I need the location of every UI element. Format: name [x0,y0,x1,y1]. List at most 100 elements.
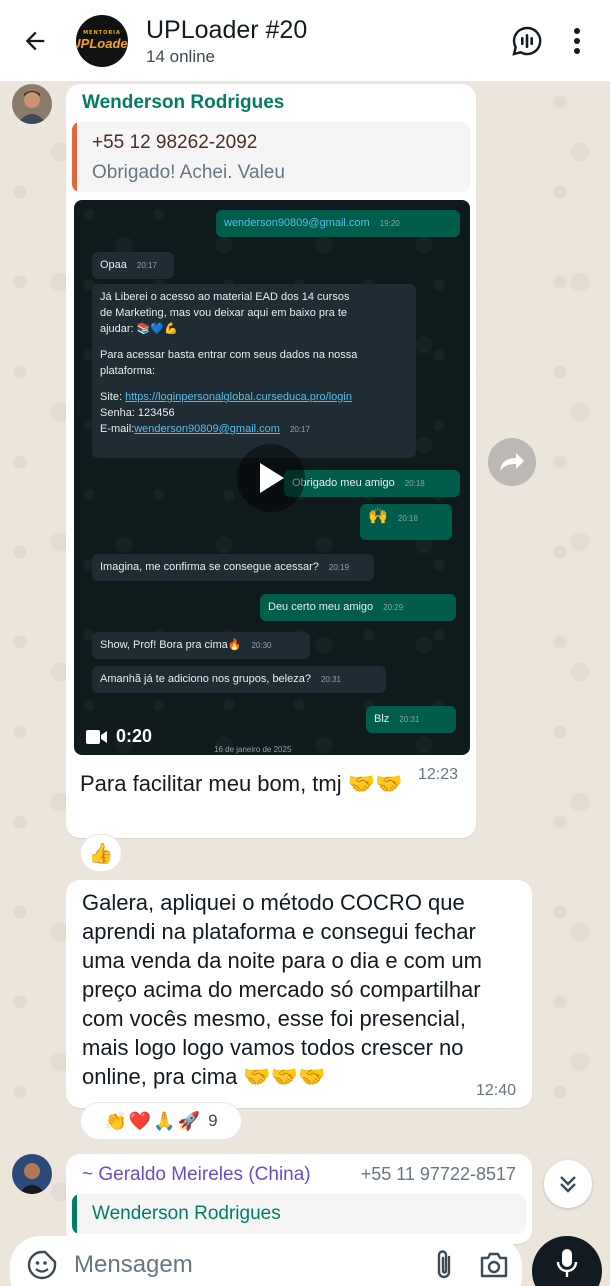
message-line: preço acima do mercado só compartilhar [82,977,481,1002]
person-avatar-icon [12,84,52,124]
video-chat-bubble: Imagina, me confirma se consegue acessar… [92,554,374,581]
video-chat-bubble: wenderson90809@gmail.com 19:20 [216,210,460,237]
back-button[interactable] [8,0,62,82]
message-caption: Para facilitar meu bom, tmj 🤝🤝 [80,771,403,796]
attach-button[interactable] [422,1245,466,1285]
group-online-count: 14 online [146,46,216,66]
message-bubble[interactable]: Galera, apliquei o método COCRO que apre… [66,880,532,1108]
avatar-main-text: UPLoader [76,36,128,51]
video-msg-text: Imagina, me confirma se consegue acessar… [100,561,319,573]
video-duration-text: 0:20 [116,726,153,746]
video-msg-line: Senha: 123456 [100,407,175,419]
video-msg-time: 20:17 [289,425,310,434]
video-msg-text: 🙌 [368,508,388,525]
sender-name[interactable]: ~ Geraldo Meireles (China) [82,1164,311,1186]
group-info[interactable]: UPLoader #20 14 online [146,15,502,67]
menu-button[interactable] [552,0,602,82]
message-line: com vocês mesmo, esse foi presencial, [82,1006,466,1031]
reaction-count: 9 [208,1111,218,1130]
video-camera-icon [86,729,107,744]
paperclip-icon [437,1250,451,1279]
sender-avatar[interactable] [12,84,52,124]
video-chat-bubble: Obrigado meu amigo 20:18 [284,470,460,497]
video-msg-time: 20:18 [397,514,418,523]
video-msg-text: Show, Prof! Bora pra cima🔥 [100,639,242,651]
video-msg-link: wenderson90809@gmail.com [134,423,280,435]
video-msg-time: 20:30 [251,641,272,650]
scroll-to-bottom-button[interactable] [544,1160,592,1208]
video-msg-time: 20:19 [328,563,349,572]
video-msg-time: 20:31 [320,675,342,684]
video-msg-line: de Marketing, mas vou deixar aqui em bai… [100,307,348,319]
reaction-badge[interactable]: 👏❤️🙏🚀 9 [80,1102,242,1140]
more-vertical-icon [574,27,580,54]
reaction-badge[interactable]: 👍 [80,834,122,872]
video-duration: 0:20 [86,726,152,747]
message-composer [10,1236,522,1286]
video-msg-link: https://loginpersonalglobal.curseduca.pr… [125,391,352,403]
microphone-icon [556,1249,578,1277]
sender-phone: +55 11 97722-8517 [360,1164,516,1184]
video-chat-bubble: Já Liberei o acesso ao material EAD dos … [92,284,416,458]
emoji-button[interactable] [22,1245,62,1285]
quote-sender: +55 12 98262-2092 [92,132,258,153]
video-date-label: 16 de janeiro de 2025 [214,745,292,754]
quote-bar [72,1194,77,1234]
video-msg-text: Obrigado meu amigo [292,477,395,489]
video-msg-label: Site: [100,391,126,403]
voice-chat-button[interactable] [502,0,552,82]
sender-name[interactable]: Wenderson Rodrigues [82,92,284,114]
sticker-smiley-icon [27,1250,57,1280]
message-line: uma venda da noite para o dia e com um [82,948,482,973]
quoted-message[interactable]: Wenderson Rodrigues [72,1194,526,1234]
video-chat-bubble: 🙌 20:18 [360,504,452,540]
video-msg-line: ajudar: 📚💙💪 [100,323,178,335]
video-msg-label: E-mail: [100,423,135,435]
message-line: mais logo logo vamos todos crescer no [82,1035,464,1060]
play-icon [260,463,284,493]
thumbs-up-icon: 👍 [88,841,114,865]
video-chat-bubble: Deu certo meu amigo 20:29 [260,594,456,621]
video-chat-bubble: Blz 20:31 [366,706,456,733]
message-text: Galera, apliquei o método COCRO que apre… [82,888,482,1091]
play-button[interactable] [237,444,305,512]
message-time: 12:40 [476,1082,517,1099]
person-avatar-icon [12,1154,52,1194]
video-msg-time: 20:29 [383,603,404,612]
video-chat-bubble: Amanhã já te adiciono nos grupos, beleza… [92,666,386,693]
message-line: Galera, apliquei o método COCRO que [82,890,465,915]
message-line: online, pra cima 🤝🤝🤝 [82,1064,326,1089]
video-msg-text: Deu certo meu amigo [268,601,374,613]
message-line: aprendi na plataforma e consegui fechar [82,919,476,944]
video-msg-time: 19:20 [379,219,400,228]
video-msg-text: Blz [374,713,390,725]
sender-avatar[interactable] [12,1154,52,1194]
camera-icon [480,1252,508,1278]
message-input[interactable] [74,1245,422,1285]
video-chat-bubble: Opaa 20:17 [92,252,174,279]
video-msg-time: 20:31 [399,715,420,724]
quote-bar [72,122,77,192]
video-msg-line: plataforma: [100,365,156,377]
video-chat-bubble: Show, Prof! Bora pra cima🔥 20:30 [92,632,310,659]
camera-button[interactable] [466,1245,522,1285]
arrow-left-icon [25,31,45,50]
quote-sender: Wenderson Rodrigues [92,1203,281,1224]
forward-icon [500,453,524,471]
voice-chat-icon [512,26,542,56]
group-avatar[interactable]: MENTORIA UPLoader [76,14,128,67]
video-msg-text: Amanhã já te adiciono nos grupos, beleza… [100,673,311,685]
double-chevron-down-icon [560,1176,576,1193]
video-msg-text: Opaa [100,259,127,271]
forward-button[interactable] [488,438,536,486]
video-msg-time: 20:17 [136,261,157,270]
video-msg-time: 20:18 [404,479,425,488]
quoted-message[interactable]: +55 12 98262-2092 Obrigado! Achei. Valeu [72,122,470,192]
message-time: 12:23 [418,766,459,783]
chat-header: MENTORIA UPLoader UPLoader #20 14 online [0,0,610,82]
quote-text: Obrigado! Achei. Valeu [92,162,285,183]
reactions-emoji-icons: 👏❤️🙏🚀 [104,1110,203,1132]
video-msg-text: wenderson90809@gmail.com [224,217,370,229]
video-msg-line: Para acessar basta entrar com seus dados… [100,349,358,361]
group-title: UPLoader #20 [146,15,308,44]
